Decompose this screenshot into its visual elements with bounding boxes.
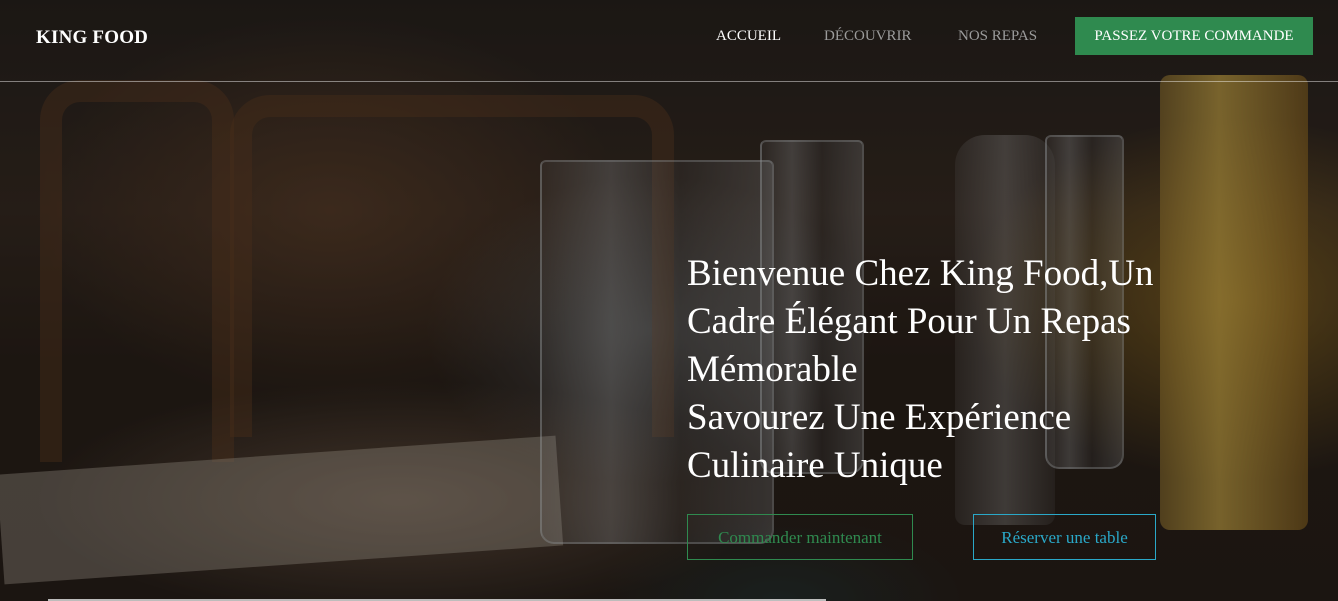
order-now-button[interactable]: Commander maintenant bbox=[687, 514, 913, 560]
headline-line: Bienvenue Chez King Food,Un bbox=[687, 253, 1154, 294]
nav-link-accueil[interactable]: ACCUEIL bbox=[716, 28, 781, 45]
place-order-button[interactable]: PASSEZ VOTRE COMMANDE bbox=[1075, 17, 1313, 55]
nav-link-decouvrir[interactable]: DÉCOUVRIR bbox=[824, 28, 912, 45]
headline-line: Culinaire Unique bbox=[687, 445, 943, 486]
hero-headline: Bienvenue Chez King Food,Un Cadre Élégan… bbox=[687, 250, 1227, 490]
reserve-table-button[interactable]: Réserver une table bbox=[973, 514, 1156, 560]
navbar: KING FOOD ACCUEIL DÉCOUVRIR NOS REPAS PA… bbox=[0, 0, 1338, 82]
nav-link-nos-repas[interactable]: NOS REPAS bbox=[958, 28, 1037, 45]
brand-logo[interactable]: KING FOOD bbox=[36, 27, 148, 49]
headline-line: Mémorable bbox=[687, 349, 858, 390]
headline-line: Savourez Une Expérience bbox=[687, 397, 1072, 438]
headline-line: Cadre Élégant Pour Un Repas bbox=[687, 301, 1131, 342]
